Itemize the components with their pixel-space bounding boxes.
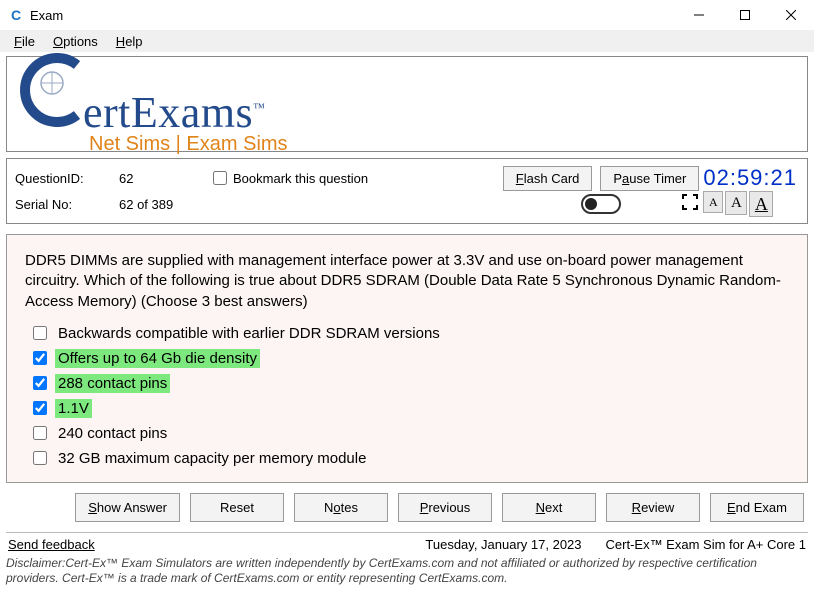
- show-answer-button[interactable]: Show Answer: [75, 493, 180, 522]
- option-row: 288 contact pins: [33, 374, 789, 393]
- window-title: Exam: [30, 8, 676, 23]
- titlebar: C Exam: [0, 0, 814, 30]
- app-icon: C: [8, 7, 24, 23]
- fontsize-medium-button[interactable]: A: [725, 191, 747, 215]
- send-feedback-link[interactable]: Send feedback: [8, 537, 95, 552]
- bookmark-checkbox[interactable]: [213, 171, 227, 185]
- minimize-button[interactable]: [676, 0, 722, 30]
- serial-value: 62 of 389: [119, 197, 209, 212]
- fontsize-group: A A A: [703, 191, 799, 217]
- menu-file[interactable]: File: [6, 32, 43, 51]
- dark-mode-toggle[interactable]: [581, 194, 621, 214]
- status-date: Tuesday, January 17, 2023: [425, 537, 581, 552]
- logo-frame: ertExams™ Net Sims | Exam Sims: [6, 56, 808, 152]
- menu-options[interactable]: Options: [45, 32, 106, 51]
- question-text: DDR5 DIMMs are supplied with management …: [25, 251, 789, 312]
- menu-help[interactable]: Help: [108, 32, 151, 51]
- close-button[interactable]: [768, 0, 814, 30]
- disclaimer-text: Disclaimer:Cert-Ex™ Exam Simulators are …: [6, 556, 808, 586]
- option-checkbox[interactable]: [33, 326, 47, 340]
- fontsize-small-button[interactable]: A: [703, 191, 723, 213]
- logo: ertExams™ Net Sims | Exam Sims: [17, 53, 288, 156]
- serial-label: Serial No:: [15, 197, 115, 212]
- logo-text: ertExams: [83, 88, 253, 137]
- question-panel: DDR5 DIMMs are supplied with management …: [6, 234, 808, 483]
- maximize-button[interactable]: [722, 0, 768, 30]
- option-label[interactable]: Backwards compatible with earlier DDR SD…: [55, 324, 443, 343]
- previous-button[interactable]: Previous: [398, 493, 492, 522]
- review-button[interactable]: Review: [606, 493, 700, 522]
- option-row: 1.1V: [33, 399, 789, 418]
- reset-button[interactable]: Reset: [190, 493, 284, 522]
- bottom-button-row: Show Answer Reset Notes Previous Next Re…: [6, 493, 808, 522]
- option-label[interactable]: 240 contact pins: [55, 424, 170, 443]
- minimize-icon: [694, 10, 704, 20]
- option-label[interactable]: 32 GB maximum capacity per memory module: [55, 449, 369, 468]
- fontsize-large-button[interactable]: A: [749, 191, 773, 217]
- option-row: Offers up to 64 Gb die density: [33, 349, 789, 368]
- logo-tm: ™: [253, 100, 265, 114]
- next-button[interactable]: Next: [502, 493, 596, 522]
- fullscreen-icon[interactable]: [681, 193, 699, 216]
- option-checkbox[interactable]: [33, 426, 47, 440]
- flash-card-button[interactable]: Flash Card: [503, 166, 593, 191]
- option-checkbox[interactable]: [33, 451, 47, 465]
- option-checkbox[interactable]: [33, 351, 47, 365]
- option-row: 240 contact pins: [33, 424, 789, 443]
- option-label[interactable]: 288 contact pins: [55, 374, 170, 393]
- menubar: File Options Help: [0, 30, 814, 52]
- qid-value: 62: [119, 171, 209, 186]
- timer: 02:59:21: [703, 165, 799, 191]
- status-product: Cert-Ex™ Exam Sim for A+ Core 1: [606, 537, 806, 552]
- options-list: Backwards compatible with earlier DDR SD…: [33, 324, 789, 468]
- infobar: QuestionID: 62 Bookmark this question Fl…: [6, 158, 808, 224]
- statusbar: Send feedback Tuesday, January 17, 2023 …: [6, 532, 808, 554]
- bookmark-label: Bookmark this question: [233, 171, 368, 186]
- logo-subtitle: Net Sims | Exam Sims: [89, 133, 288, 156]
- maximize-icon: [740, 10, 750, 20]
- end-exam-button[interactable]: End Exam: [710, 493, 804, 522]
- option-checkbox[interactable]: [33, 401, 47, 415]
- pause-timer-button[interactable]: Pause Timer: [600, 166, 699, 191]
- option-label[interactable]: 1.1V: [55, 399, 92, 418]
- option-row: 32 GB maximum capacity per memory module: [33, 449, 789, 468]
- option-label[interactable]: Offers up to 64 Gb die density: [55, 349, 260, 368]
- qid-label: QuestionID:: [15, 171, 115, 186]
- notes-button[interactable]: Notes: [294, 493, 388, 522]
- option-row: Backwards compatible with earlier DDR SD…: [33, 324, 789, 343]
- logo-c-icon: [17, 53, 87, 135]
- close-icon: [786, 10, 796, 20]
- option-checkbox[interactable]: [33, 376, 47, 390]
